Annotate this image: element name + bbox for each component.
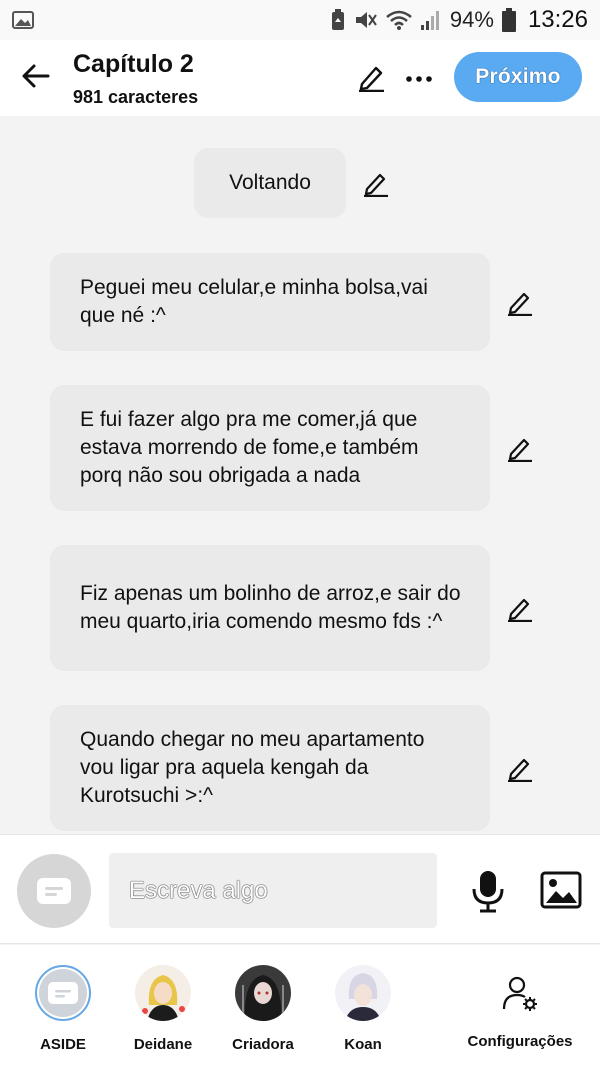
- battery-percent: 94%: [449, 7, 494, 32]
- nav-item-aside[interactable]: ASIDE: [18, 965, 108, 1053]
- edit-paragraph-pencil-icon[interactable]: [506, 594, 534, 622]
- nav-label: ASIDE: [40, 1036, 86, 1053]
- aside-avatar: [35, 965, 91, 1021]
- deidane-avatar: [135, 965, 191, 1021]
- koan-avatar: [335, 965, 391, 1021]
- mute-icon: [355, 12, 377, 28]
- text-block-icon: [48, 982, 78, 1004]
- paragraph-bubble[interactable]: E fui fazer algo pra me comer,já que est…: [50, 385, 490, 511]
- nav-label: Criadora: [232, 1036, 294, 1053]
- battery-saver-icon: [331, 9, 344, 30]
- more-options-icon[interactable]: [404, 64, 434, 94]
- text-block-button[interactable]: [17, 854, 91, 928]
- nav-item-deidane[interactable]: Deidane: [118, 965, 208, 1053]
- text-block-icon: [37, 878, 71, 904]
- signal-icon: [420, 11, 439, 30]
- edit-paragraph-pencil-icon[interactable]: [506, 288, 534, 316]
- write-something-input[interactable]: [109, 853, 437, 928]
- header-bar: Capítulo 2 981 caracteres Próximo: [0, 40, 600, 116]
- character-count: 981 caracteres: [73, 87, 199, 107]
- status-bar: 94% 13:26: [0, 0, 600, 40]
- wifi-icon: [386, 10, 412, 30]
- edit-paragraph-pencil-icon[interactable]: [506, 754, 534, 782]
- compose-bar: [0, 834, 600, 944]
- chapter-heading-bubble[interactable]: Voltando: [194, 148, 346, 218]
- edit-heading-pencil-icon[interactable]: [362, 169, 390, 197]
- nav-item-settings[interactable]: Configurações: [464, 965, 576, 1050]
- paragraph-text: Quando chegar no meu apartamento vou lig…: [80, 728, 425, 807]
- chapter-heading-text: Voltando: [229, 171, 311, 194]
- battery-icon: [501, 8, 516, 32]
- paragraph-bubble[interactable]: Quando chegar no meu apartamento vou lig…: [50, 705, 490, 831]
- chapter-content: Voltando Peguei meu celular,e minha bols…: [0, 116, 600, 834]
- user-settings-icon: [502, 976, 537, 1011]
- back-arrow-icon[interactable]: [20, 60, 52, 92]
- microphone-icon[interactable]: [470, 869, 506, 913]
- clock: 13:26: [527, 6, 588, 33]
- paragraph-text: Fiz apenas um bolinho de arroz,e sair do…: [80, 582, 461, 633]
- nav-label: Koan: [344, 1036, 382, 1053]
- nav-label: Configurações: [467, 1033, 573, 1050]
- bottom-nav: ASIDE Deidane Criadora Koan Configuraçõe…: [0, 945, 600, 1067]
- settings-avatar: [492, 965, 548, 1021]
- nav-item-criadora[interactable]: Criadora: [218, 965, 308, 1053]
- nav-label: Deidane: [133, 1036, 193, 1053]
- edit-paragraph-pencil-icon[interactable]: [506, 434, 534, 462]
- gallery-notification-icon: [12, 11, 34, 29]
- chapter-title: Capítulo 2: [73, 50, 194, 78]
- paragraph-bubble[interactable]: Fiz apenas um bolinho de arroz,e sair do…: [50, 545, 490, 671]
- paragraph-text: Peguei meu celular,e minha bolsa,vai que…: [80, 276, 428, 327]
- nav-item-koan[interactable]: Koan: [318, 965, 408, 1053]
- edit-pencil-icon[interactable]: [357, 62, 387, 92]
- image-icon[interactable]: [540, 870, 582, 910]
- next-button[interactable]: Próximo: [454, 52, 582, 102]
- criadora-avatar: [235, 965, 291, 1021]
- paragraph-text: E fui fazer algo pra me comer,já que est…: [80, 408, 419, 487]
- paragraph-bubble[interactable]: Peguei meu celular,e minha bolsa,vai que…: [50, 253, 490, 351]
